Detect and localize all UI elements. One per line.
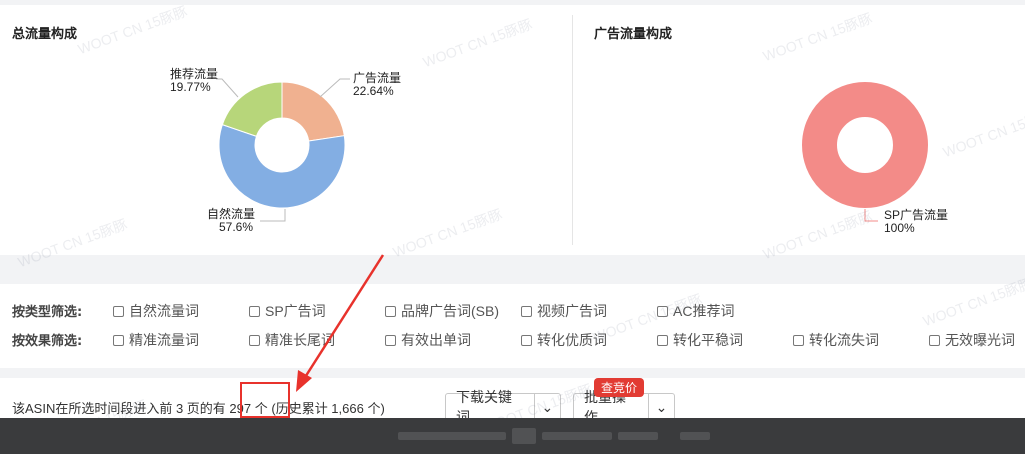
annotation-arrow xyxy=(296,254,385,392)
bottom-overlay-bar xyxy=(0,418,1025,454)
